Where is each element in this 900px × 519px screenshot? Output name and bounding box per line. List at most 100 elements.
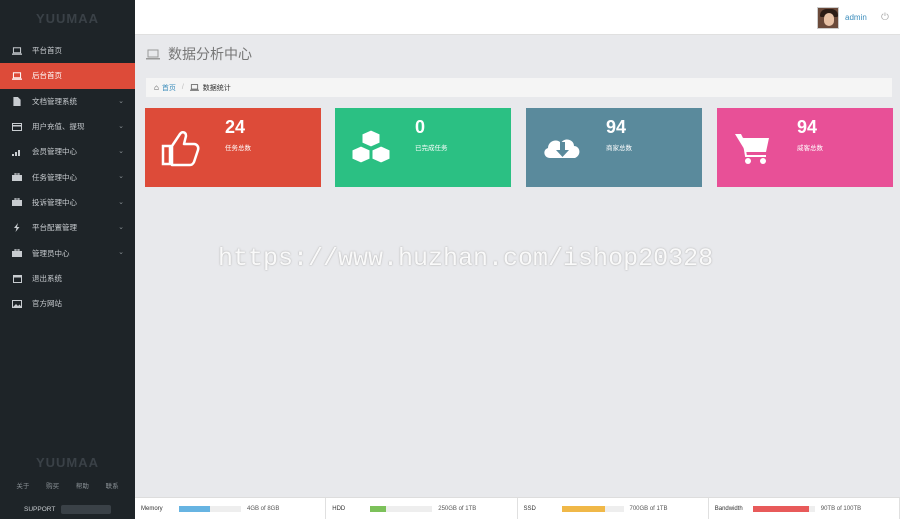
briefcase-icon (12, 249, 22, 258)
status-meter: Memory 4GB of 8GB (135, 498, 327, 519)
sidebar-item-label: 后台首页 (32, 71, 62, 81)
laptop-icon (146, 49, 160, 59)
sidebar-item-label: 任务管理中心 (32, 172, 77, 182)
sidebar-item-label: 退出系统 (32, 273, 62, 283)
watermark: https://www.huzhan.com/ishop20328 (218, 244, 714, 273)
power-icon[interactable]: ⏻ (881, 12, 889, 23)
chevron-down-icon: ⌄ (118, 224, 124, 232)
sidebar-item-7[interactable]: 平台配置管理 ⌄ (0, 215, 135, 240)
sidebar-item-label: 会员管理中心 (32, 147, 77, 157)
sidebar-nav: 平台首页 后台首页 文档管理系统 ⌄ 用户充值、提现 ⌄ 会员管理中心 ⌄ 任务管理中心 ⌄ 投诉管… (0, 38, 135, 316)
thumbs-up-icon (161, 131, 200, 167)
stat-value: 24 (225, 117, 246, 137)
sidebar-item-4[interactable]: 会员管理中心 ⌄ (0, 139, 135, 164)
chevron-down-icon: ⌄ (118, 148, 124, 156)
username-link[interactable]: admin (845, 13, 867, 22)
meter-track (179, 505, 241, 512)
stat-label: 任务总数 (225, 145, 251, 152)
status-bar: Memory 4GB of 8GB HDD 250GB of 1TB SSD 700GB … (135, 497, 900, 519)
meter-fill (752, 505, 809, 512)
status-meter: Bandwidth 90TB of 100TB (709, 498, 900, 519)
image-icon (12, 299, 22, 308)
sidebar-item-0[interactable]: 平台首页 (0, 38, 135, 63)
laptop-icon (189, 84, 199, 91)
sidebar-item-label: 官方网站 (32, 299, 62, 309)
chevron-down-icon: ⌄ (118, 249, 124, 257)
page-title-text: 数据分析中心 (168, 46, 252, 62)
breadcrumb-separator: / (181, 84, 184, 91)
support-value-redacted (61, 505, 112, 514)
sidebar-item-label: 管理员中心 (32, 248, 70, 258)
stat-label: 商家总数 (606, 145, 632, 152)
sidebar-footer-links: 关于 购买 帮助 联系 (0, 480, 135, 490)
meter-track (370, 505, 433, 512)
footer-link-contact[interactable]: 联系 (106, 480, 119, 490)
calendar-icon (12, 274, 22, 283)
chevron-down-icon: ⌄ (118, 173, 124, 181)
chevron-down-icon: ⌄ (118, 198, 124, 206)
stat-card-workers[interactable]: 94 威客总数 (717, 108, 893, 187)
sidebar-footer-logo: YUUMAA (35, 455, 100, 470)
stat-card-merchants[interactable]: 94 商家总数 (526, 108, 702, 187)
meter-label: Memory (141, 505, 163, 512)
stat-label: 威客总数 (797, 145, 823, 152)
footer-link-buy[interactable]: 购买 (46, 480, 59, 490)
avatar[interactable] (817, 7, 839, 29)
file-icon (12, 96, 22, 106)
meter-label: HDD (332, 505, 346, 512)
sidebar-item-label: 文档管理系统 (32, 96, 77, 106)
bar-chart-icon (12, 148, 22, 156)
support-label: SUPPORT (24, 506, 56, 513)
meter-value: 250GB of 1TB (438, 505, 477, 512)
bolt-icon (12, 223, 22, 233)
sidebar-item-9[interactable]: 退出系统 (0, 266, 135, 291)
status-meter: HDD 250GB of 1TB (326, 498, 518, 519)
sidebar-item-label: 平台首页 (32, 46, 62, 56)
page-title: 数据分析中心 (146, 44, 252, 64)
briefcase-icon (12, 198, 22, 207)
laptop-icon (12, 46, 22, 55)
meter-label: Bandwidth (714, 505, 743, 512)
sidebar-item-1[interactable]: 后台首页 (0, 63, 135, 89)
cubes-icon (351, 129, 391, 164)
support-area: SUPPORT (0, 500, 135, 519)
footer-link-help[interactable]: 帮助 (76, 480, 89, 490)
stat-value: 0 (415, 117, 426, 137)
meter-track (752, 505, 815, 512)
footer-link-about[interactable]: 关于 (16, 480, 29, 490)
breadcrumb-current: 数据统计 (202, 84, 231, 92)
sidebar-item-10[interactable]: 官方网站 (0, 291, 135, 316)
sidebar-item-6[interactable]: 投诉管理中心 ⌄ (0, 190, 135, 215)
status-meter: SSD 700GB of 1TB (518, 498, 709, 519)
brand-logo[interactable]: YUUMAA (0, 0, 135, 38)
stat-value: 94 (606, 117, 627, 137)
stat-card-tasks[interactable]: 24 任务总数 (145, 108, 321, 187)
meter-fill (370, 505, 386, 512)
meter-fill (179, 505, 210, 512)
meter-fill (561, 505, 605, 512)
sidebar-item-label: 用户充值、提现 (32, 122, 85, 132)
meter-value: 90TB of 100TB (820, 505, 862, 512)
sidebar-item-5[interactable]: 任务管理中心 ⌄ (0, 164, 135, 189)
stat-card-completed[interactable]: 0 已完成任务 (335, 108, 511, 187)
sidebar: YUUMAA 平台首页 后台首页 文档管理系统 ⌄ 用户充值、提现 ⌄ 会员管理中心 ⌄ 任务管… (0, 0, 135, 519)
stat-value: 94 (797, 117, 818, 137)
meter-value: 700GB of 1TB (629, 505, 668, 512)
meter-label: SSD (523, 505, 536, 512)
sidebar-item-2[interactable]: 文档管理系统 ⌄ (0, 89, 135, 114)
shopping-cart-icon (735, 134, 769, 164)
home-icon: ⌂ (154, 83, 159, 92)
sidebar-item-8[interactable]: 管理员中心 ⌄ (0, 240, 135, 265)
laptop-icon (12, 72, 22, 80)
top-bar: admin ⏻ (135, 0, 900, 35)
sidebar-item-label: 投诉管理中心 (32, 197, 77, 207)
stat-label: 已完成任务 (415, 145, 448, 152)
credit-card-icon (12, 122, 22, 131)
chevron-down-icon: ⌄ (118, 122, 124, 130)
briefcase-icon (12, 173, 22, 182)
cloud-download-icon (544, 139, 580, 158)
breadcrumb-home[interactable]: 首页 (162, 83, 176, 93)
meter-track (561, 505, 624, 512)
sidebar-item-label: 平台配置管理 (32, 223, 77, 233)
sidebar-item-3[interactable]: 用户充值、提现 ⌄ (0, 114, 135, 139)
